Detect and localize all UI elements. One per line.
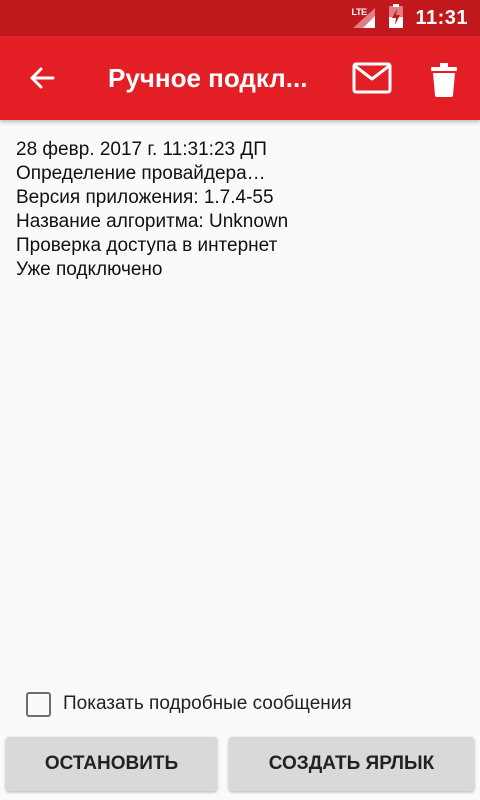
log-line: 28 февр. 2017 г. 11:31:23 ДП	[16, 139, 267, 160]
back-button[interactable]	[18, 54, 66, 102]
trash-icon	[431, 63, 457, 97]
clear-log-button[interactable]	[420, 56, 468, 104]
mail-icon	[352, 62, 392, 94]
app-bar: Ручное подкл...	[0, 36, 480, 120]
connection-log: 28 февр. 2017 г. 11:31:23 ДП Определение…	[16, 138, 466, 282]
log-line: Версия приложения: 1.7.4-55	[16, 187, 274, 208]
status-time: 11:31	[415, 6, 468, 29]
send-email-button[interactable]	[348, 56, 396, 100]
status-bar: LTE 11:31	[0, 0, 480, 36]
arrow-left-icon	[30, 67, 55, 89]
log-line: Проверка доступа в интернет	[16, 235, 278, 256]
verbose-messages-option[interactable]: Показать подробные сообщения	[26, 691, 352, 717]
stop-button[interactable]: ОСТАНОВИТЬ	[6, 737, 217, 791]
signal-icon: LTE	[349, 6, 379, 30]
create-shortcut-button[interactable]: СОЗДАТЬ ЯРЛЫК	[229, 737, 474, 791]
verbose-messages-label: Показать подробные сообщения	[63, 693, 352, 714]
verbose-messages-checkbox[interactable]	[26, 691, 51, 717]
log-line: Название алгоритма: Unknown	[16, 211, 289, 232]
log-line: Определение провайдера…	[16, 163, 266, 184]
page-title: Ручное подкл...	[108, 63, 308, 93]
battery-icon	[389, 3, 404, 33]
status-icons: LTE 11:31	[349, 0, 468, 36]
log-line: Уже подключено	[16, 259, 163, 280]
